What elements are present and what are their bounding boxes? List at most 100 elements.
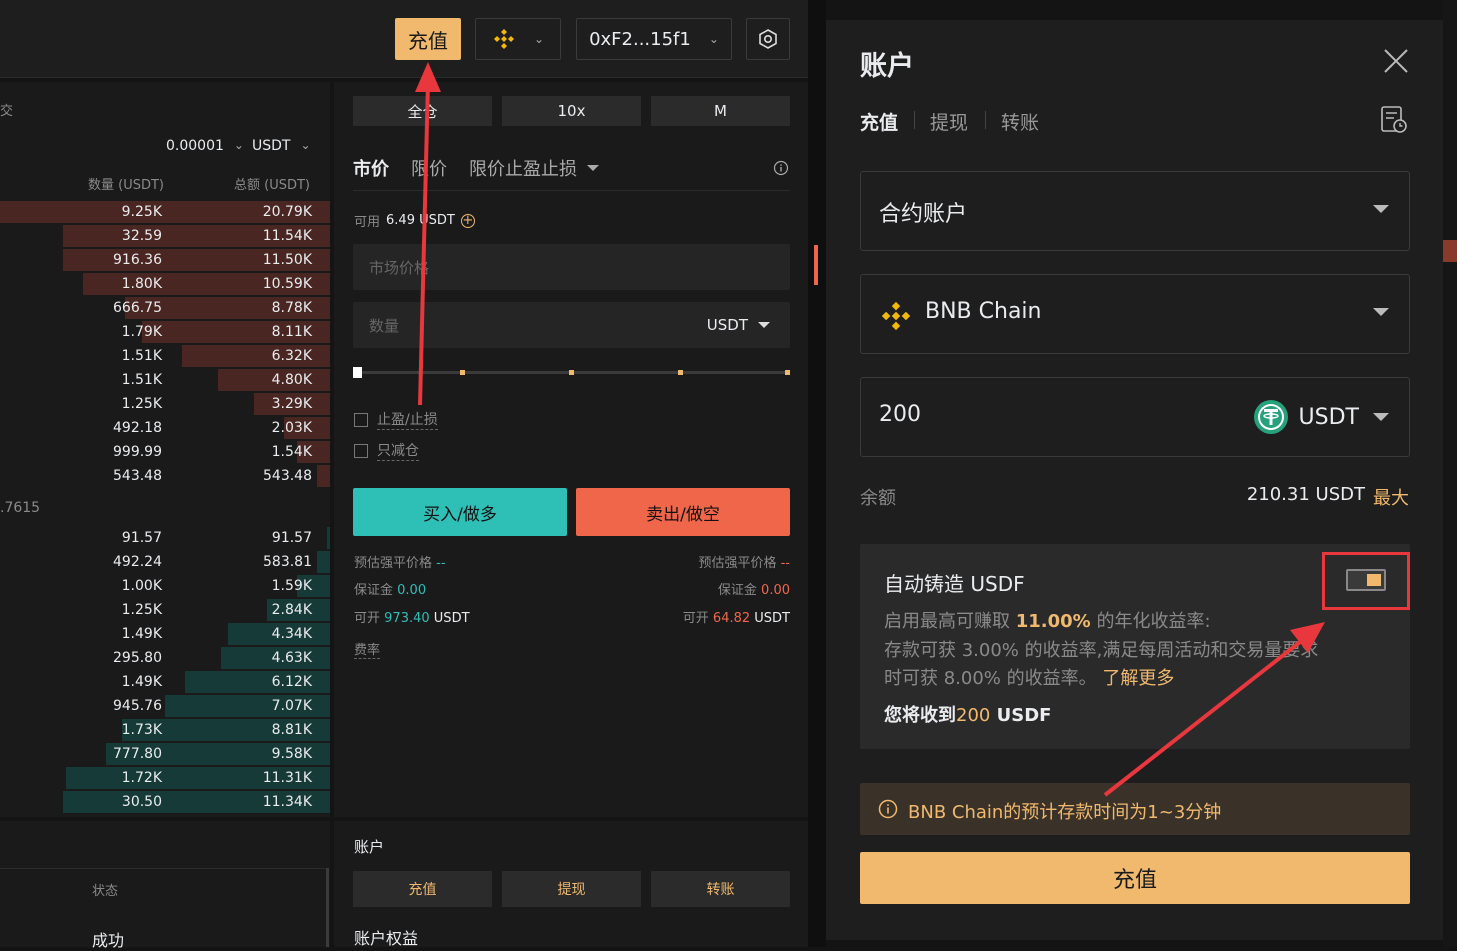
liq-value: -- [780, 556, 790, 571]
book-row[interactable]: 91.57 91.57 [0, 527, 330, 549]
fee-rate-link[interactable]: 费率 [354, 639, 381, 659]
margin-mode-button[interactable]: 全仓 [353, 96, 492, 126]
book-row[interactable]: 1.25K 2.84K [0, 599, 330, 621]
row-qty: 9.25K [121, 204, 162, 220]
learn-more-link[interactable]: 了解更多 [1102, 668, 1174, 689]
wallet-address-button[interactable]: 0xF2...15f1 ⌄ [576, 18, 732, 60]
slider-tick[interactable] [460, 370, 465, 375]
settings-button[interactable] [746, 18, 790, 60]
reduce-only-checkbox[interactable]: 只减仓 [354, 440, 419, 461]
row-total: 8.11K [271, 324, 312, 340]
modal-tab-transfer[interactable]: 转账 [1001, 108, 1039, 135]
caret-down-icon [587, 165, 599, 171]
book-row[interactable]: 295.80 4.63K [0, 647, 330, 669]
mode-m-button[interactable]: M [651, 96, 790, 126]
history-icon[interactable] [1380, 105, 1408, 135]
price-input[interactable]: 市场价格 [353, 244, 790, 290]
qty-unit-selector[interactable]: USDT [707, 316, 770, 334]
buy-long-button[interactable]: 买入/做多 [353, 488, 567, 536]
book-row[interactable]: 9.25K 20.79K [0, 201, 330, 223]
book-row[interactable]: 32.59 11.54K [0, 225, 330, 247]
modal-tab-withdraw[interactable]: 提现 [930, 108, 968, 135]
row-qty: 492.18 [113, 420, 162, 436]
account-deposit-button[interactable]: 充值 [353, 871, 492, 907]
row-total: 11.31K [262, 770, 312, 786]
book-row[interactable]: 999.99 1.54K [0, 441, 330, 463]
row-qty: 666.75 [113, 300, 162, 316]
margin-label: 保证金 [717, 583, 757, 598]
book-row[interactable]: 777.80 9.58K [0, 743, 330, 765]
row-qty: 999.99 [113, 444, 162, 460]
size-slider-handle[interactable] [353, 367, 362, 378]
row-qty: 543.48 [113, 468, 162, 484]
row-qty: 91.57 [121, 530, 162, 546]
book-row[interactable]: 1.25K 3.29K [0, 393, 330, 415]
book-row[interactable]: 916.36 11.50K [0, 249, 330, 271]
reduce-only-label: 只减仓 [377, 440, 419, 461]
modal-tab-deposit[interactable]: 充值 [860, 108, 898, 135]
account-equity-label: 账户权益 [354, 929, 419, 948]
book-row[interactable]: 1.79K 8.11K [0, 321, 330, 343]
slider-tick[interactable] [569, 370, 574, 375]
price-placeholder: 市场价格 [369, 259, 430, 277]
leverage-button[interactable]: 10x [502, 96, 641, 126]
tpsl-checkbox[interactable]: 止盈/止损 [354, 409, 438, 430]
row-total: 8.78K [271, 300, 312, 316]
auto-mint-line3: 时可获 8.00% 的收益率。 了解更多 [884, 664, 1174, 690]
row-qty: 295.80 [113, 650, 162, 666]
checkbox-box[interactable] [354, 412, 368, 427]
slider-tick[interactable] [785, 370, 790, 375]
checkbox-box[interactable] [354, 443, 368, 458]
receive-summary: 您将收到200 USDF [884, 701, 1051, 727]
account-transfer-button[interactable]: 转账 [651, 871, 790, 907]
settings-icon [757, 28, 779, 50]
toggle-knob [1367, 574, 1381, 586]
order-status-panel [0, 821, 330, 947]
scrollbar[interactable] [326, 868, 329, 947]
book-row[interactable]: 945.76 7.07K [0, 695, 330, 717]
mid-price[interactable]: .7615 [0, 500, 40, 516]
tab-market[interactable]: 市价 [353, 155, 389, 181]
close-icon[interactable] [1382, 47, 1410, 75]
apy-rate: 11.00% [1015, 611, 1091, 632]
max-button[interactable]: 最大 [1373, 484, 1409, 510]
account-withdraw-button[interactable]: 提现 [502, 871, 641, 907]
precision-selector[interactable]: 0.00001 ⌄ [166, 138, 244, 154]
account-type-select[interactable]: 合约账户 [860, 171, 1410, 251]
book-row[interactable]: 543.48 543.48 [0, 465, 330, 487]
book-row[interactable]: 1.80K 10.59K [0, 273, 330, 295]
tab-limit[interactable]: 限价 [411, 155, 447, 181]
margin-label: 保证金 [354, 583, 394, 598]
book-row[interactable]: 1.51K 6.32K [0, 345, 330, 367]
book-row[interactable]: 1.49K 4.34K [0, 623, 330, 645]
book-row[interactable]: 492.24 583.81 [0, 551, 330, 573]
book-row[interactable]: 1.51K 4.80K [0, 369, 330, 391]
chain-selector-button[interactable]: ⌄ [475, 18, 561, 60]
available-balance: 可用 6.49 USDT + [354, 211, 475, 230]
modal-title: 账户 [860, 51, 914, 82]
qty-input[interactable]: 数量 USDT [353, 302, 790, 348]
slider-tick[interactable] [678, 370, 683, 375]
row-total: 91.57 [271, 530, 312, 546]
sell-short-button[interactable]: 卖出/做空 [576, 488, 790, 536]
book-row[interactable]: 1.49K 6.12K [0, 671, 330, 693]
book-row[interactable]: 492.18 2.03K [0, 417, 330, 439]
add-funds-icon[interactable]: + [460, 213, 475, 228]
auto-mint-toggle[interactable] [1346, 569, 1386, 591]
tab-tpsl[interactable]: 限价止盈止损 [469, 155, 599, 181]
book-row[interactable]: 1.72K 11.31K [0, 767, 330, 789]
qty-placeholder: 数量 [369, 317, 400, 335]
auto-mint-line1: 启用最高可赚取 11.00% 的年化收益率: [884, 607, 1211, 633]
book-row[interactable]: 1.00K 1.59K [0, 575, 330, 597]
row-qty: 1.73K [121, 722, 162, 738]
book-row[interactable]: 30.50 11.34K [0, 791, 330, 813]
chain-select[interactable]: BNB Chain [860, 274, 1410, 354]
header-deposit-button[interactable]: 充值 [395, 18, 461, 60]
modal-deposit-button[interactable]: 充值 [860, 852, 1410, 904]
amount-input[interactable]: 200 USDT [860, 377, 1410, 457]
book-row[interactable]: 666.75 8.78K [0, 297, 330, 319]
token-select[interactable]: USDT [1253, 399, 1389, 435]
book-row[interactable]: 1.73K 8.81K [0, 719, 330, 741]
unit-selector[interactable]: USDT ⌄ [252, 138, 311, 154]
info-icon[interactable] [773, 160, 789, 176]
